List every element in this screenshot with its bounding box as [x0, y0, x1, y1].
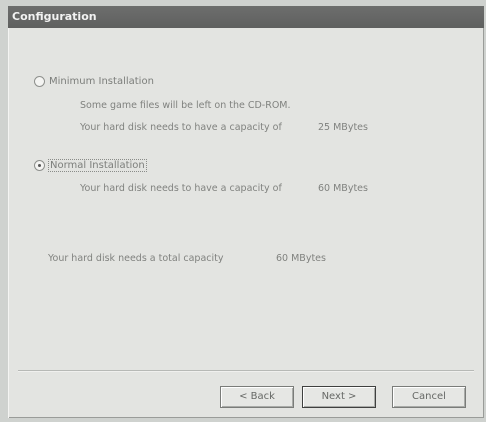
minimum-installation-note: Some game files will be left on the CD-R…	[80, 100, 291, 111]
normal-installation-radio[interactable]	[34, 160, 45, 171]
minimum-installation-radio[interactable]	[34, 76, 45, 87]
normal-installation-option[interactable]: Normal Installation	[34, 159, 147, 172]
normal-capacity-label: Your hard disk needs to have a capacity …	[80, 183, 282, 194]
minimum-capacity-label: Your hard disk needs to have a capacity …	[80, 122, 282, 133]
cancel-button[interactable]: Cancel	[392, 386, 466, 408]
minimum-capacity-value: 25 MBytes	[318, 122, 368, 133]
total-capacity-value: 60 MBytes	[276, 253, 326, 264]
normal-capacity-value: 60 MBytes	[318, 183, 368, 194]
total-capacity-label: Your hard disk needs a total capacity	[48, 253, 224, 264]
next-button[interactable]: Next >	[302, 386, 376, 408]
configuration-dialog: Configuration Minimum Installation Some …	[8, 6, 484, 418]
back-button[interactable]: < Back	[220, 386, 294, 408]
normal-installation-label[interactable]: Normal Installation	[48, 159, 147, 172]
minimum-installation-label[interactable]: Minimum Installation	[49, 76, 154, 87]
minimum-installation-option[interactable]: Minimum Installation	[34, 76, 154, 87]
dialog-title: Configuration	[8, 6, 484, 28]
button-separator	[18, 370, 474, 372]
